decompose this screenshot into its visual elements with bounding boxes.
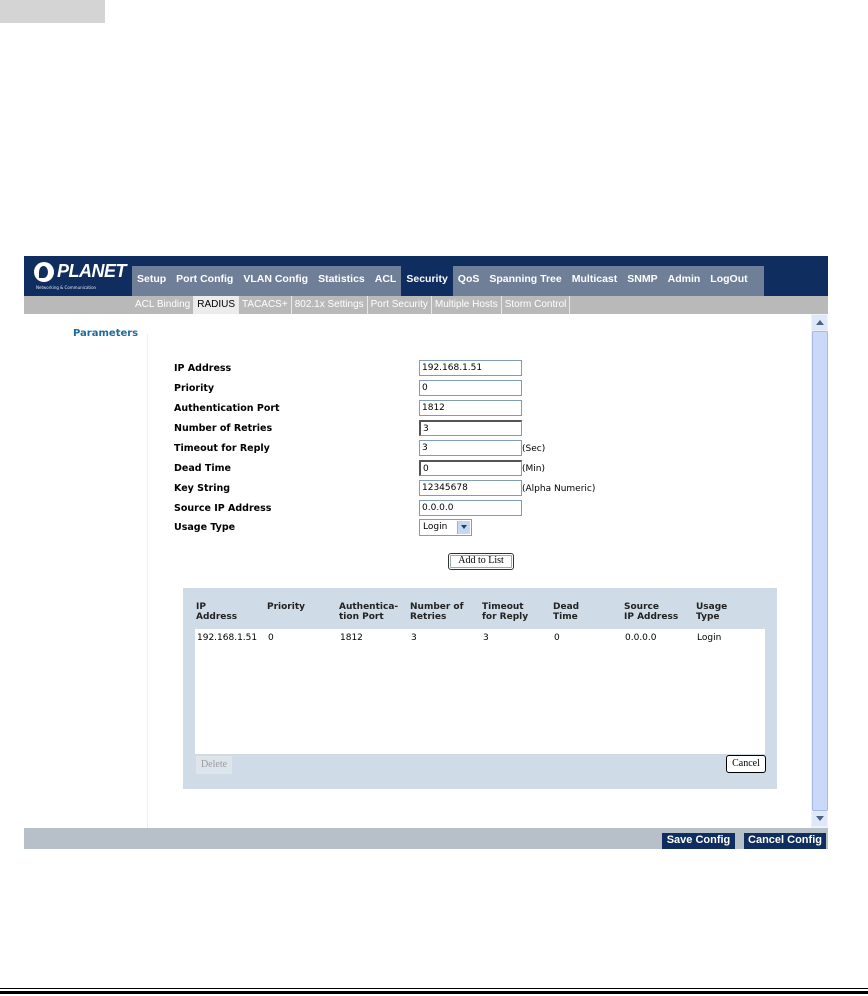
- key-string-label: Key String: [174, 483, 231, 494]
- dead-time-input[interactable]: 0: [419, 460, 522, 476]
- sub-navigation-bar: ACL Binding RADIUS TACACS+ 802.1x Settin…: [24, 296, 828, 314]
- cell-source-ip: 0.0.0.0: [625, 633, 657, 643]
- column-header-priority: Priority: [267, 602, 305, 612]
- form-row-priority: Priority 0: [174, 380, 674, 396]
- form-row-source-ip: Source IP Address 0.0.0.0: [174, 500, 674, 516]
- menu-spanning-tree[interactable]: Spanning Tree: [484, 266, 566, 296]
- ip-address-label: IP Address: [174, 363, 232, 374]
- cell-ip-address: 192.168.1.51: [197, 633, 258, 643]
- dead-time-label: Dead Time: [174, 463, 231, 474]
- source-ip-label: Source IP Address: [174, 503, 272, 514]
- top-navigation-bar: PLANET Networking & Communication Setup …: [24, 256, 828, 296]
- form-row-dead-time: Dead Time 0 (Min): [174, 460, 674, 476]
- menu-security[interactable]: Security: [401, 266, 453, 296]
- cancel-button[interactable]: Cancel: [726, 755, 766, 773]
- retries-label: Number of Retries: [174, 423, 273, 434]
- page-footer-rule-thick: [0, 991, 868, 994]
- column-header-timeout: Timeout for Reply: [482, 602, 529, 622]
- scrollbar-thumb[interactable]: [812, 331, 828, 811]
- menu-acl[interactable]: ACL: [370, 266, 402, 296]
- form-row-ip-address: IP Address 192.168.1.51: [174, 360, 674, 376]
- menu-port-config[interactable]: Port Config: [171, 266, 238, 296]
- radius-server-list: IP Address Priority Authentica-tion Port …: [183, 588, 777, 789]
- submenu-port-security[interactable]: Port Security: [368, 296, 432, 314]
- submenu-storm-control[interactable]: Storm Control: [502, 296, 571, 314]
- menu-admin[interactable]: Admin: [663, 266, 706, 296]
- cancel-config-button[interactable]: Cancel Config: [744, 833, 826, 849]
- cell-timeout: 3: [483, 633, 489, 643]
- column-header-retries: Number of Retries: [410, 602, 464, 622]
- column-header-auth-port: Authentica-tion Port: [339, 602, 399, 622]
- cell-usage-type: Login: [697, 633, 722, 643]
- auth-port-input[interactable]: 1812: [419, 400, 522, 416]
- auth-port-label: Authentication Port: [174, 403, 280, 414]
- usage-type-select[interactable]: Login: [419, 519, 472, 536]
- form-row-usage-type: Usage Type Login: [174, 519, 674, 536]
- submenu-tacacs[interactable]: TACACS+: [239, 296, 292, 314]
- timeout-label: Timeout for Reply: [174, 443, 270, 454]
- column-header-dead-time: Dead Time: [553, 602, 580, 622]
- source-ip-input[interactable]: 0.0.0.0: [419, 500, 522, 516]
- menu-snmp[interactable]: SNMP: [622, 266, 662, 296]
- brand-tagline: Networking & Communication: [36, 285, 97, 290]
- cell-auth-port: 1812: [340, 633, 363, 643]
- switch-web-ui: PLANET Networking & Communication Setup …: [24, 256, 828, 849]
- column-header-ip-address: IP Address: [196, 602, 238, 622]
- ip-address-input[interactable]: 192.168.1.51: [419, 360, 522, 376]
- cell-dead-time: 0: [554, 633, 560, 643]
- key-string-unit: (Alpha Numeric): [522, 484, 596, 494]
- menu-qos[interactable]: QoS: [453, 266, 485, 296]
- usage-type-label: Usage Type: [174, 522, 236, 533]
- form-row-key-string: Key String 12345678 (Alpha Numeric): [174, 480, 674, 496]
- delete-button[interactable]: Delete: [196, 756, 232, 774]
- column-header-source-ip: Source IP Address: [624, 602, 679, 622]
- menu-vlan-config[interactable]: VLAN Config: [238, 266, 313, 296]
- scroll-down-icon[interactable]: [812, 811, 827, 826]
- submenu-8021x-settings[interactable]: 802.1x Settings: [292, 296, 368, 314]
- cell-retries: 3: [411, 633, 417, 643]
- menu-statistics[interactable]: Statistics: [313, 266, 370, 296]
- menu-setup[interactable]: Setup: [132, 266, 171, 296]
- timeout-unit: (Sec): [522, 444, 546, 454]
- key-string-input[interactable]: 12345678: [419, 480, 522, 496]
- table-body: 192.168.1.51 0 1812 3 3 0 0.0.0.0 Login: [195, 629, 765, 754]
- dead-time-unit: (Min): [522, 464, 545, 474]
- scroll-up-icon[interactable]: [812, 315, 827, 330]
- cell-priority: 0: [268, 633, 274, 643]
- security-submenu: ACL Binding RADIUS TACACS+ 802.1x Settin…: [132, 296, 571, 314]
- usage-type-value: Login: [423, 522, 448, 532]
- form-row-retries: Number of Retries 3: [174, 420, 674, 436]
- menu-logout[interactable]: LogOut: [705, 266, 752, 296]
- add-to-list-button[interactable]: Add to List: [448, 553, 514, 570]
- page-footer-rule-thin: [0, 988, 868, 989]
- main-menu: Setup Port Config VLAN Config Statistics…: [132, 266, 764, 296]
- priority-input[interactable]: 0: [419, 380, 522, 396]
- table-header: IP Address Priority Authentica-tion Port …: [195, 602, 775, 626]
- planet-logo[interactable]: PLANET Networking & Communication: [34, 260, 134, 292]
- retries-input[interactable]: 3: [419, 420, 522, 436]
- chevron-down-icon[interactable]: [457, 521, 470, 534]
- priority-label: Priority: [174, 383, 215, 394]
- form-row-timeout: Timeout for Reply 3 (Sec): [174, 440, 674, 456]
- section-title: Parameters: [73, 328, 139, 339]
- bottom-action-bar: Save Config Cancel Config: [24, 828, 828, 849]
- page-corner-tab: [0, 0, 105, 23]
- menu-multicast[interactable]: Multicast: [567, 266, 623, 296]
- content-area: Parameters IP Address 192.168.1.51 Prior…: [24, 314, 811, 828]
- column-header-usage-type: Usage Type: [696, 602, 728, 622]
- planet-logo-icon: [34, 262, 54, 282]
- save-config-button[interactable]: Save Config: [662, 833, 735, 849]
- submenu-acl-binding[interactable]: ACL Binding: [132, 296, 195, 314]
- form-row-auth-port: Authentication Port 1812: [174, 400, 674, 416]
- timeout-input[interactable]: 3: [419, 440, 522, 456]
- brand-name: PLANET: [57, 261, 127, 281]
- vertical-scrollbar[interactable]: [811, 314, 828, 828]
- submenu-radius[interactable]: RADIUS: [194, 296, 240, 314]
- submenu-multiple-hosts[interactable]: Multiple Hosts: [432, 296, 502, 314]
